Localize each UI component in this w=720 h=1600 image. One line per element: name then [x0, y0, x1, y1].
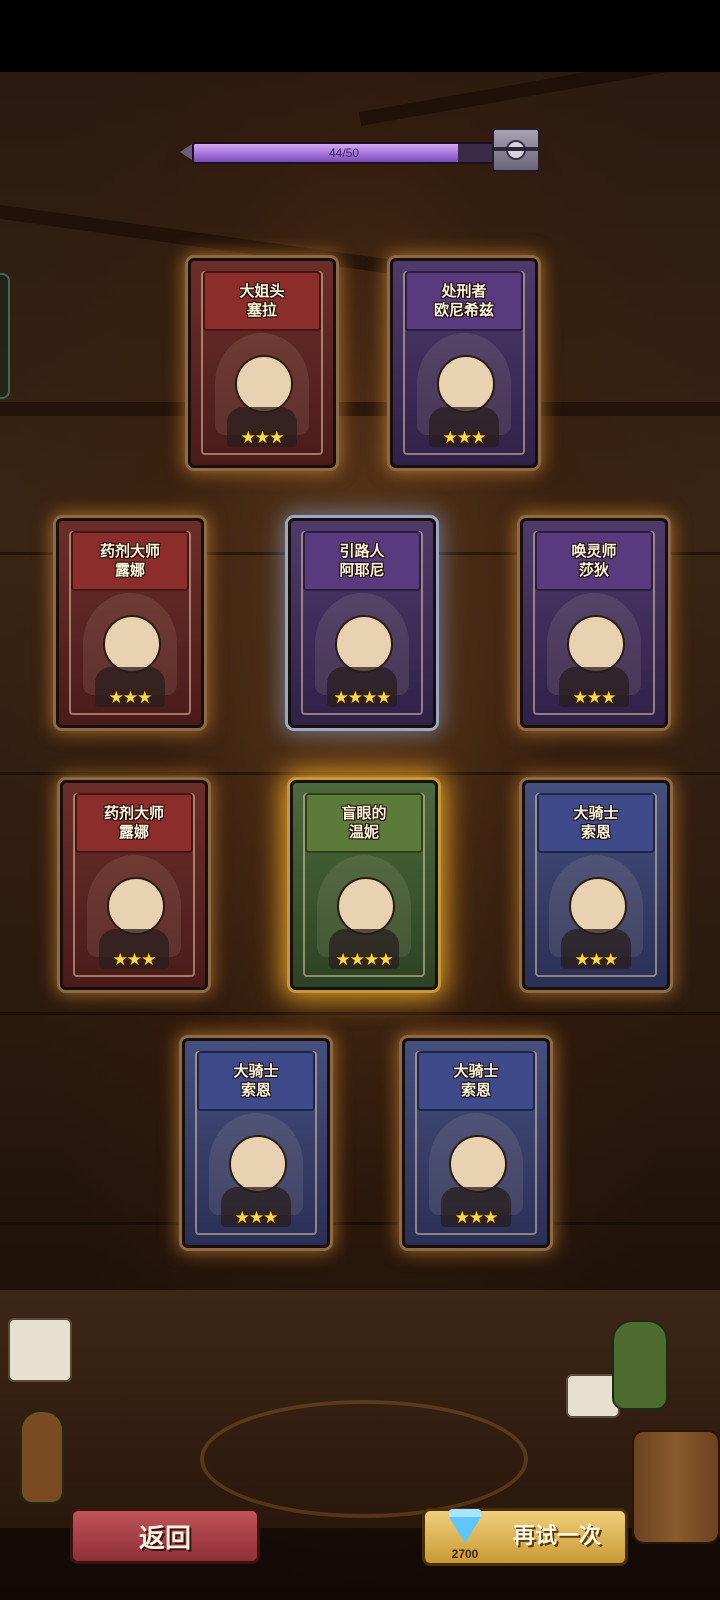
hero-card[interactable]: 盲眼的 温妮 ★★★★ — [290, 780, 438, 990]
back-button-label: 返回 — [138, 1523, 191, 1554]
card-title: 盲眼的 — [341, 804, 387, 822]
reward-chest-icon[interactable] — [492, 128, 540, 172]
card-name-plate: 处刑者 欧尼希兹 — [405, 271, 523, 331]
hero-portrait — [215, 333, 309, 447]
hero-portrait — [317, 855, 411, 969]
hero-card[interactable]: 药剂大师 露娜 ★★★ — [56, 518, 204, 728]
hero-portrait — [547, 593, 641, 707]
status-bar-area — [0, 0, 720, 72]
card-name-plate: 大骑士 索恩 — [417, 1051, 535, 1111]
card-name-plate: 盲眼的 温妮 — [305, 793, 423, 853]
card-title: 唤灵师 — [571, 542, 617, 560]
star-rating: ★★★ — [108, 688, 153, 708]
star-rating: ★★★ — [454, 1208, 499, 1228]
card-name-plate: 药剂大师 露娜 — [75, 793, 193, 853]
hero-card[interactable]: 大骑士 索恩 ★★★ — [522, 780, 670, 990]
star-rating: ★★★ — [572, 688, 617, 708]
progress-arrow-icon — [180, 144, 192, 160]
card-title: 大姐头 — [239, 282, 285, 300]
hero-portrait — [209, 1113, 303, 1227]
card-name: 欧尼希兹 — [433, 301, 494, 319]
card-name: 莎狄 — [578, 561, 609, 579]
progress-track: 44/50 — [192, 142, 496, 164]
retry-button[interactable]: 2700 再试一次 — [422, 1508, 628, 1566]
back-button[interactable]: 返回 — [70, 1508, 260, 1564]
card-name-plate: 引路人 阿耶尼 — [303, 531, 421, 591]
hero-portrait — [315, 593, 409, 707]
star-rating: ★★★ — [442, 428, 487, 448]
card-name: 塞拉 — [246, 301, 277, 319]
card-title: 引路人 — [339, 542, 385, 560]
star-rating: ★★★ — [112, 950, 157, 970]
hero-card[interactable]: 处刑者 欧尼希兹 ★★★ — [390, 258, 538, 468]
card-name: 阿耶尼 — [339, 561, 385, 579]
card-title: 药剂大师 — [103, 804, 164, 822]
star-rating: ★★★ — [240, 428, 285, 448]
card-title: 药剂大师 — [99, 542, 160, 560]
card-name: 温妮 — [348, 823, 379, 841]
card-name: 索恩 — [240, 1081, 271, 1099]
bottle-icon — [20, 1410, 64, 1504]
hero-card[interactable]: 药剂大师 露娜 ★★★ — [60, 780, 208, 990]
table-emblem — [200, 1400, 528, 1518]
draw-progress-bar: 44/50 — [180, 128, 544, 172]
card-title: 大骑士 — [573, 804, 619, 822]
card-name-plate: 大姐头 塞拉 — [203, 271, 321, 331]
diamond-icon — [449, 1509, 481, 1543]
progress-text: 44/50 — [328, 146, 360, 160]
card-name-plate: 唤灵师 莎狄 — [535, 531, 653, 591]
card-name: 露娜 — [114, 561, 145, 579]
barrel-icon — [632, 1430, 720, 1544]
star-rating: ★★★★ — [333, 688, 392, 708]
hero-portrait — [87, 855, 181, 969]
card-name: 露娜 — [118, 823, 149, 841]
hero-portrait — [83, 593, 177, 707]
side-tab-handle[interactable] — [0, 273, 10, 399]
star-rating: ★★★★ — [335, 950, 394, 970]
card-name-plate: 大骑士 索恩 — [537, 793, 655, 853]
star-rating: ★★★ — [574, 950, 619, 970]
hero-portrait — [417, 333, 511, 447]
card-name-plate: 药剂大师 露娜 — [71, 531, 189, 591]
hero-card[interactable]: 大骑士 索恩 ★★★ — [402, 1038, 550, 1248]
hero-portrait — [429, 1113, 523, 1227]
hero-card[interactable]: 唤灵师 莎狄 ★★★ — [520, 518, 668, 728]
card-title: 大骑士 — [233, 1062, 279, 1080]
hero-card[interactable]: 大姐头 塞拉 ★★★ — [188, 258, 336, 468]
retry-cost: 2700 — [451, 1547, 479, 1561]
star-rating: ★★★ — [234, 1208, 279, 1228]
card-title: 处刑者 — [441, 282, 487, 300]
card-title: 大骑士 — [453, 1062, 499, 1080]
card-name-plate: 大骑士 索恩 — [197, 1051, 315, 1111]
hero-card[interactable]: 大骑士 索恩 ★★★ — [182, 1038, 330, 1248]
retry-button-label: 再试一次 — [512, 1524, 601, 1549]
hero-card[interactable]: 引路人 阿耶尼 ★★★★ — [288, 518, 436, 728]
candle-icon — [8, 1318, 72, 1382]
hero-portrait — [549, 855, 643, 969]
card-name: 索恩 — [580, 823, 611, 841]
bottle-icon — [612, 1320, 668, 1410]
card-name: 索恩 — [460, 1081, 491, 1099]
